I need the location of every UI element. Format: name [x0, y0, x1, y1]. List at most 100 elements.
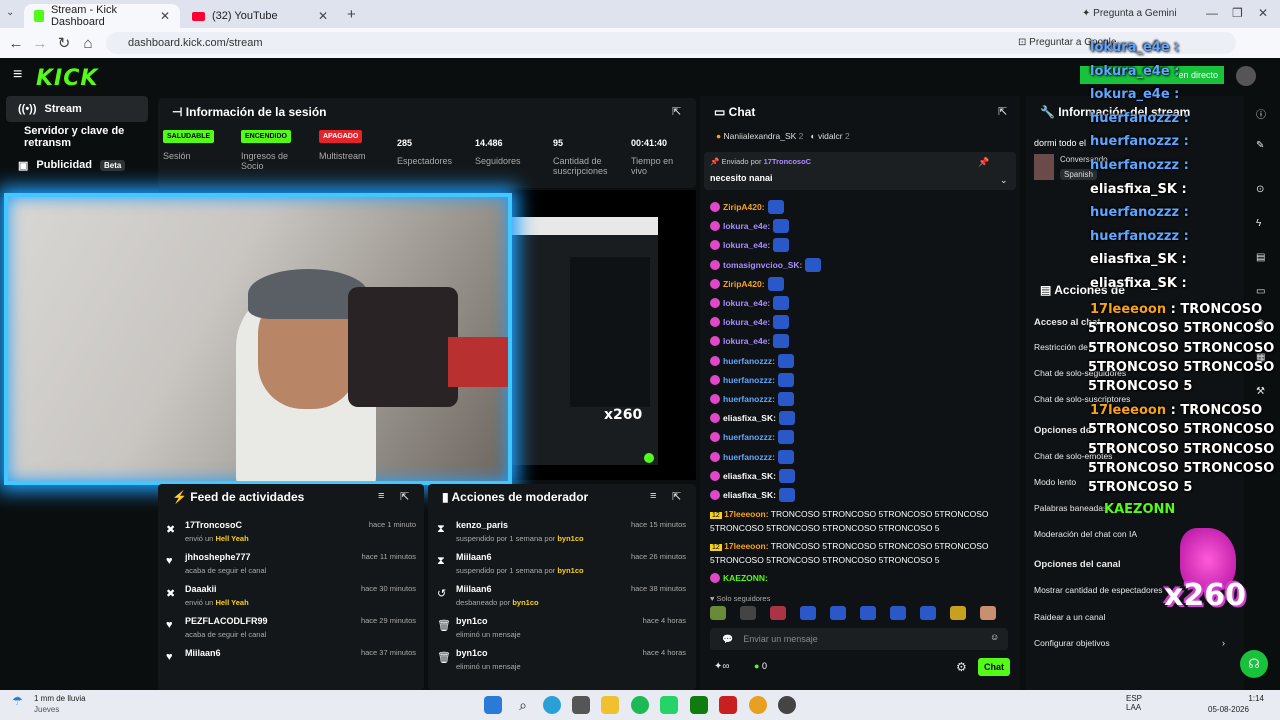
lang-indicator[interactable]: ESP LAA: [1126, 694, 1142, 712]
emoji-icon[interactable]: ☺: [990, 632, 999, 642]
heart-icon: ♥: [166, 651, 173, 663]
forward-icon[interactable]: →: [28, 35, 52, 52]
ai-icon[interactable]: ✦∞: [714, 661, 730, 672]
overlay-chat-line: lokura_e4e :: [1090, 63, 1180, 79]
chat-send-button[interactable]: Chat: [978, 658, 1010, 676]
expand-icon[interactable]: ⇱: [998, 105, 1007, 118]
mod-user[interactable]: byn1co: [456, 648, 488, 658]
minimize-icon[interactable]: —: [1206, 6, 1218, 20]
mod-subtext: suspendido por 1 semana por byn1co: [456, 534, 584, 543]
mod-time: hace 38 minutos: [630, 584, 686, 593]
chevron-down-icon[interactable]: ⌄: [1000, 175, 1008, 186]
stat-session: SALUDABLE Sesión: [163, 130, 215, 161]
wrench-icon[interactable]: ⚒: [1256, 386, 1265, 397]
chat-input[interactable]: 💬 Enviar un mensaje: [710, 628, 1008, 650]
new-tab-button[interactable]: +: [347, 6, 356, 23]
help-icon[interactable]: ☊: [1240, 650, 1268, 678]
close-window-icon[interactable]: ✕: [1258, 6, 1268, 20]
maximize-icon[interactable]: ❐: [1232, 6, 1243, 20]
edit-icon[interactable]: ✎: [1256, 140, 1264, 151]
edge-icon[interactable]: [543, 696, 561, 714]
tab-list-icon[interactable]: ⌄: [6, 7, 14, 18]
feed-user[interactable]: PEZFLACODLFR99: [185, 616, 268, 626]
emote-bar[interactable]: [710, 606, 1010, 622]
whatsapp-icon[interactable]: [660, 696, 678, 714]
filter-icon[interactable]: ≡: [650, 490, 656, 502]
gemini-button[interactable]: ✦ Pregunta a Gemini: [1082, 8, 1177, 19]
pinned-text: necesito nanai: [710, 173, 773, 183]
info-icon[interactable]: ⓘ: [1256, 106, 1266, 121]
sidebar-item-stream[interactable]: ((•)) Stream: [6, 96, 148, 122]
badge-icon: [710, 374, 720, 385]
explorer-icon[interactable]: [601, 696, 619, 714]
expand-icon[interactable]: ⇱: [400, 490, 409, 503]
feed-user[interactable]: 17TroncosoC: [185, 520, 242, 530]
settings-icon[interactable]: ⚙: [956, 660, 967, 674]
feed-user[interactable]: Miilaan6: [185, 648, 221, 658]
pin-icon[interactable]: 📌: [978, 157, 989, 168]
tab-youtube[interactable]: (32) YouTube ✕: [182, 4, 338, 28]
action-ai-moderation[interactable]: Moderación del chat con IA: [1034, 529, 1137, 539]
chat-icon[interactable]: ▭: [1256, 286, 1265, 297]
action-raid[interactable]: Raidear a un canal: [1034, 612, 1105, 622]
emote: [777, 353, 794, 368]
action-show-viewers[interactable]: Mostrar cantidad de espectadores: [1034, 585, 1163, 595]
expand-icon[interactable]: ⇱: [672, 105, 681, 118]
chevron-right-icon[interactable]: ›: [1222, 638, 1225, 648]
reload-icon[interactable]: ↻: [52, 34, 76, 52]
search-icon[interactable]: ⌕: [514, 696, 532, 714]
tab-title: (32) YouTube: [212, 10, 278, 22]
overlay-chat-line: huerfanozzz :: [1090, 228, 1189, 244]
tab-kick-dashboard[interactable]: Stream - Kick Dashboard ✕: [24, 4, 180, 28]
filter-icon[interactable]: ≡: [378, 490, 384, 502]
preview-live-dot: [644, 453, 654, 463]
sidebar-item-server-key[interactable]: Servidor y clave de retransm: [6, 124, 148, 150]
feed-user[interactable]: jhhoshephe777: [185, 552, 251, 562]
overlay-chat-line: eliasfixa_SK :: [1090, 276, 1187, 291]
target-icon[interactable]: ⊙: [1256, 184, 1264, 195]
back-icon[interactable]: ←: [4, 35, 28, 52]
chat-message: eliasfixa_SK:: [710, 411, 795, 426]
feed-subtext: acaba de seguir el canal: [185, 566, 267, 575]
menu-icon[interactable]: ≡: [13, 66, 22, 84]
feed-user[interactable]: Daaakii: [185, 584, 217, 594]
hourglass-icon: ⧗: [437, 523, 445, 535]
sidebar-item-ads[interactable]: ▣ Publicidad Beta: [6, 152, 148, 178]
mod-user[interactable]: kenzo_paris: [456, 520, 508, 530]
action-slow-mode[interactable]: Modo lento: [1034, 477, 1076, 487]
app-icon[interactable]: [719, 696, 737, 714]
close-tab-icon[interactable]: ✕: [160, 9, 170, 23]
weather-icon[interactable]: ☂: [12, 694, 23, 708]
mod-user[interactable]: byn1co: [456, 616, 488, 626]
overlay-chat-line: eliasfixa_SK :: [1090, 181, 1187, 197]
expand-icon[interactable]: ⇱: [672, 490, 681, 503]
xbox-icon[interactable]: [690, 696, 708, 714]
tab-title: Stream - Kick Dashboard: [50, 4, 117, 28]
obs-icon[interactable]: [778, 696, 796, 714]
mod-user[interactable]: Miilaan6: [456, 552, 492, 562]
avatar[interactable]: [1236, 66, 1256, 86]
spotify-icon[interactable]: [631, 696, 649, 714]
store-icon[interactable]: [572, 696, 590, 714]
action-restriction[interactable]: Restricción de: [1034, 342, 1088, 352]
chat-message: huerfanozzz:: [710, 430, 794, 445]
chrome-icon[interactable]: [749, 696, 767, 714]
bolt-icon[interactable]: ϟ: [1256, 218, 1261, 229]
chat-long-message-2: 12 17leeeoon: TRONCOSO 5TRONCOSO 5TRONCO…: [710, 541, 989, 565]
chat-bubble-icon: 💬: [722, 633, 734, 644]
kick-logo[interactable]: KICK: [36, 66, 98, 91]
emote: [777, 449, 794, 464]
doc-icon[interactable]: ▤: [1256, 252, 1265, 263]
stat-viewers: 285 Espectadores: [397, 138, 453, 166]
badge-icon: [710, 355, 720, 366]
start-icon[interactable]: [484, 696, 502, 714]
close-tab-icon[interactable]: ✕: [318, 9, 328, 23]
home-icon[interactable]: ⌂: [76, 35, 100, 52]
mod-user[interactable]: Miilaan6: [456, 584, 492, 594]
stream-icon: ((•)): [18, 103, 37, 115]
action-goals[interactable]: Configurar objetivos: [1034, 638, 1110, 648]
mod-subtext: eliminó un mensaje: [456, 630, 521, 639]
action-banned-words[interactable]: Palabras baneadas: [1034, 503, 1107, 513]
stat-partner: ENCENDIDO Ingresos de Socio: [241, 130, 311, 171]
chat-username: ZiripA420:: [723, 278, 765, 289]
